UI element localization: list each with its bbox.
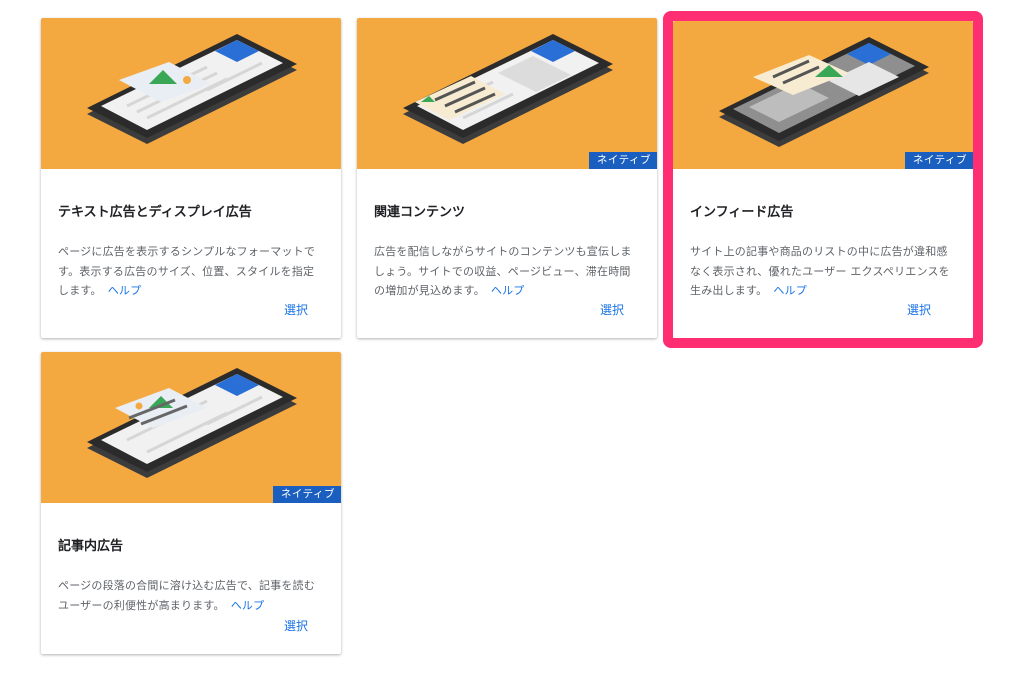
card-description: サイト上の記事や商品のリストの中に広告が違和感なく表示され、優れたユーザー エク… <box>690 242 957 301</box>
native-badge: ネイティブ <box>588 152 657 169</box>
card-description: ページに広告を表示するシンプルなフォーマットです。表示する広告のサイズ、位置、ス… <box>58 242 325 301</box>
select-button[interactable]: 選択 <box>284 301 308 318</box>
card-description-text: ページに広告を表示するシンプルなフォーマットです。表示する広告のサイズ、位置、ス… <box>58 245 316 297</box>
card-description: 広告を配信しながらサイトのコンテンツも宣伝しましょう。サイトでの収益、ページビュ… <box>374 242 641 301</box>
card-title: 関連コンテンツ <box>374 205 466 220</box>
select-button[interactable]: 選択 <box>600 301 624 318</box>
ad-format-card-related-content[interactable]: ネイティブ 関連コンテンツ 広告を配信しながらサイトのコンテンツも宣伝しましょう… <box>357 18 657 338</box>
help-link[interactable]: ヘルプ <box>491 284 525 297</box>
card-title: 記事内広告 <box>58 539 124 554</box>
card-description-text: サイト上の記事や商品のリストの中に広告が違和感なく表示され、優れたユーザー エク… <box>690 245 950 297</box>
phone-illustration: ネイティブ <box>673 21 973 169</box>
ad-format-card-in-article[interactable]: ネイティブ 記事内広告 ページの段落の合間に溶け込む広告で、記事を読むユーザーの… <box>41 352 341 654</box>
ad-format-card-text-display[interactable]: テキスト広告とディスプレイ広告 ページに広告を表示するシンプルなフォーマットです… <box>41 18 341 338</box>
select-button[interactable]: 選択 <box>284 617 308 634</box>
phone-illustration: ネイティブ <box>41 352 341 503</box>
native-badge: ネイティブ <box>904 152 973 169</box>
card-title: テキスト広告とディスプレイ広告 <box>58 205 252 220</box>
card-description: ページの段落の合間に溶け込む広告で、記事を読むユーザーの利便性が高まります。 ヘル… <box>58 576 325 615</box>
card-description-text: ページの段落の合間に溶け込む広告で、記事を読むユーザーの利便性が高まります。 <box>58 579 315 612</box>
help-link[interactable]: ヘルプ <box>108 284 142 297</box>
card-title: インフィード広告 <box>690 205 794 220</box>
native-badge: ネイティブ <box>272 486 341 503</box>
ad-format-card-in-feed[interactable]: ネイティブ インフィード広告 サイト上の記事や商品のリストの中に広告が違和感なく… <box>673 21 973 338</box>
phone-illustration: ネイティブ <box>357 18 657 169</box>
select-button[interactable]: 選択 <box>907 301 931 318</box>
help-link[interactable]: ヘルプ <box>773 284 807 297</box>
help-link[interactable]: ヘルプ <box>231 599 265 612</box>
phone-illustration <box>41 18 341 169</box>
